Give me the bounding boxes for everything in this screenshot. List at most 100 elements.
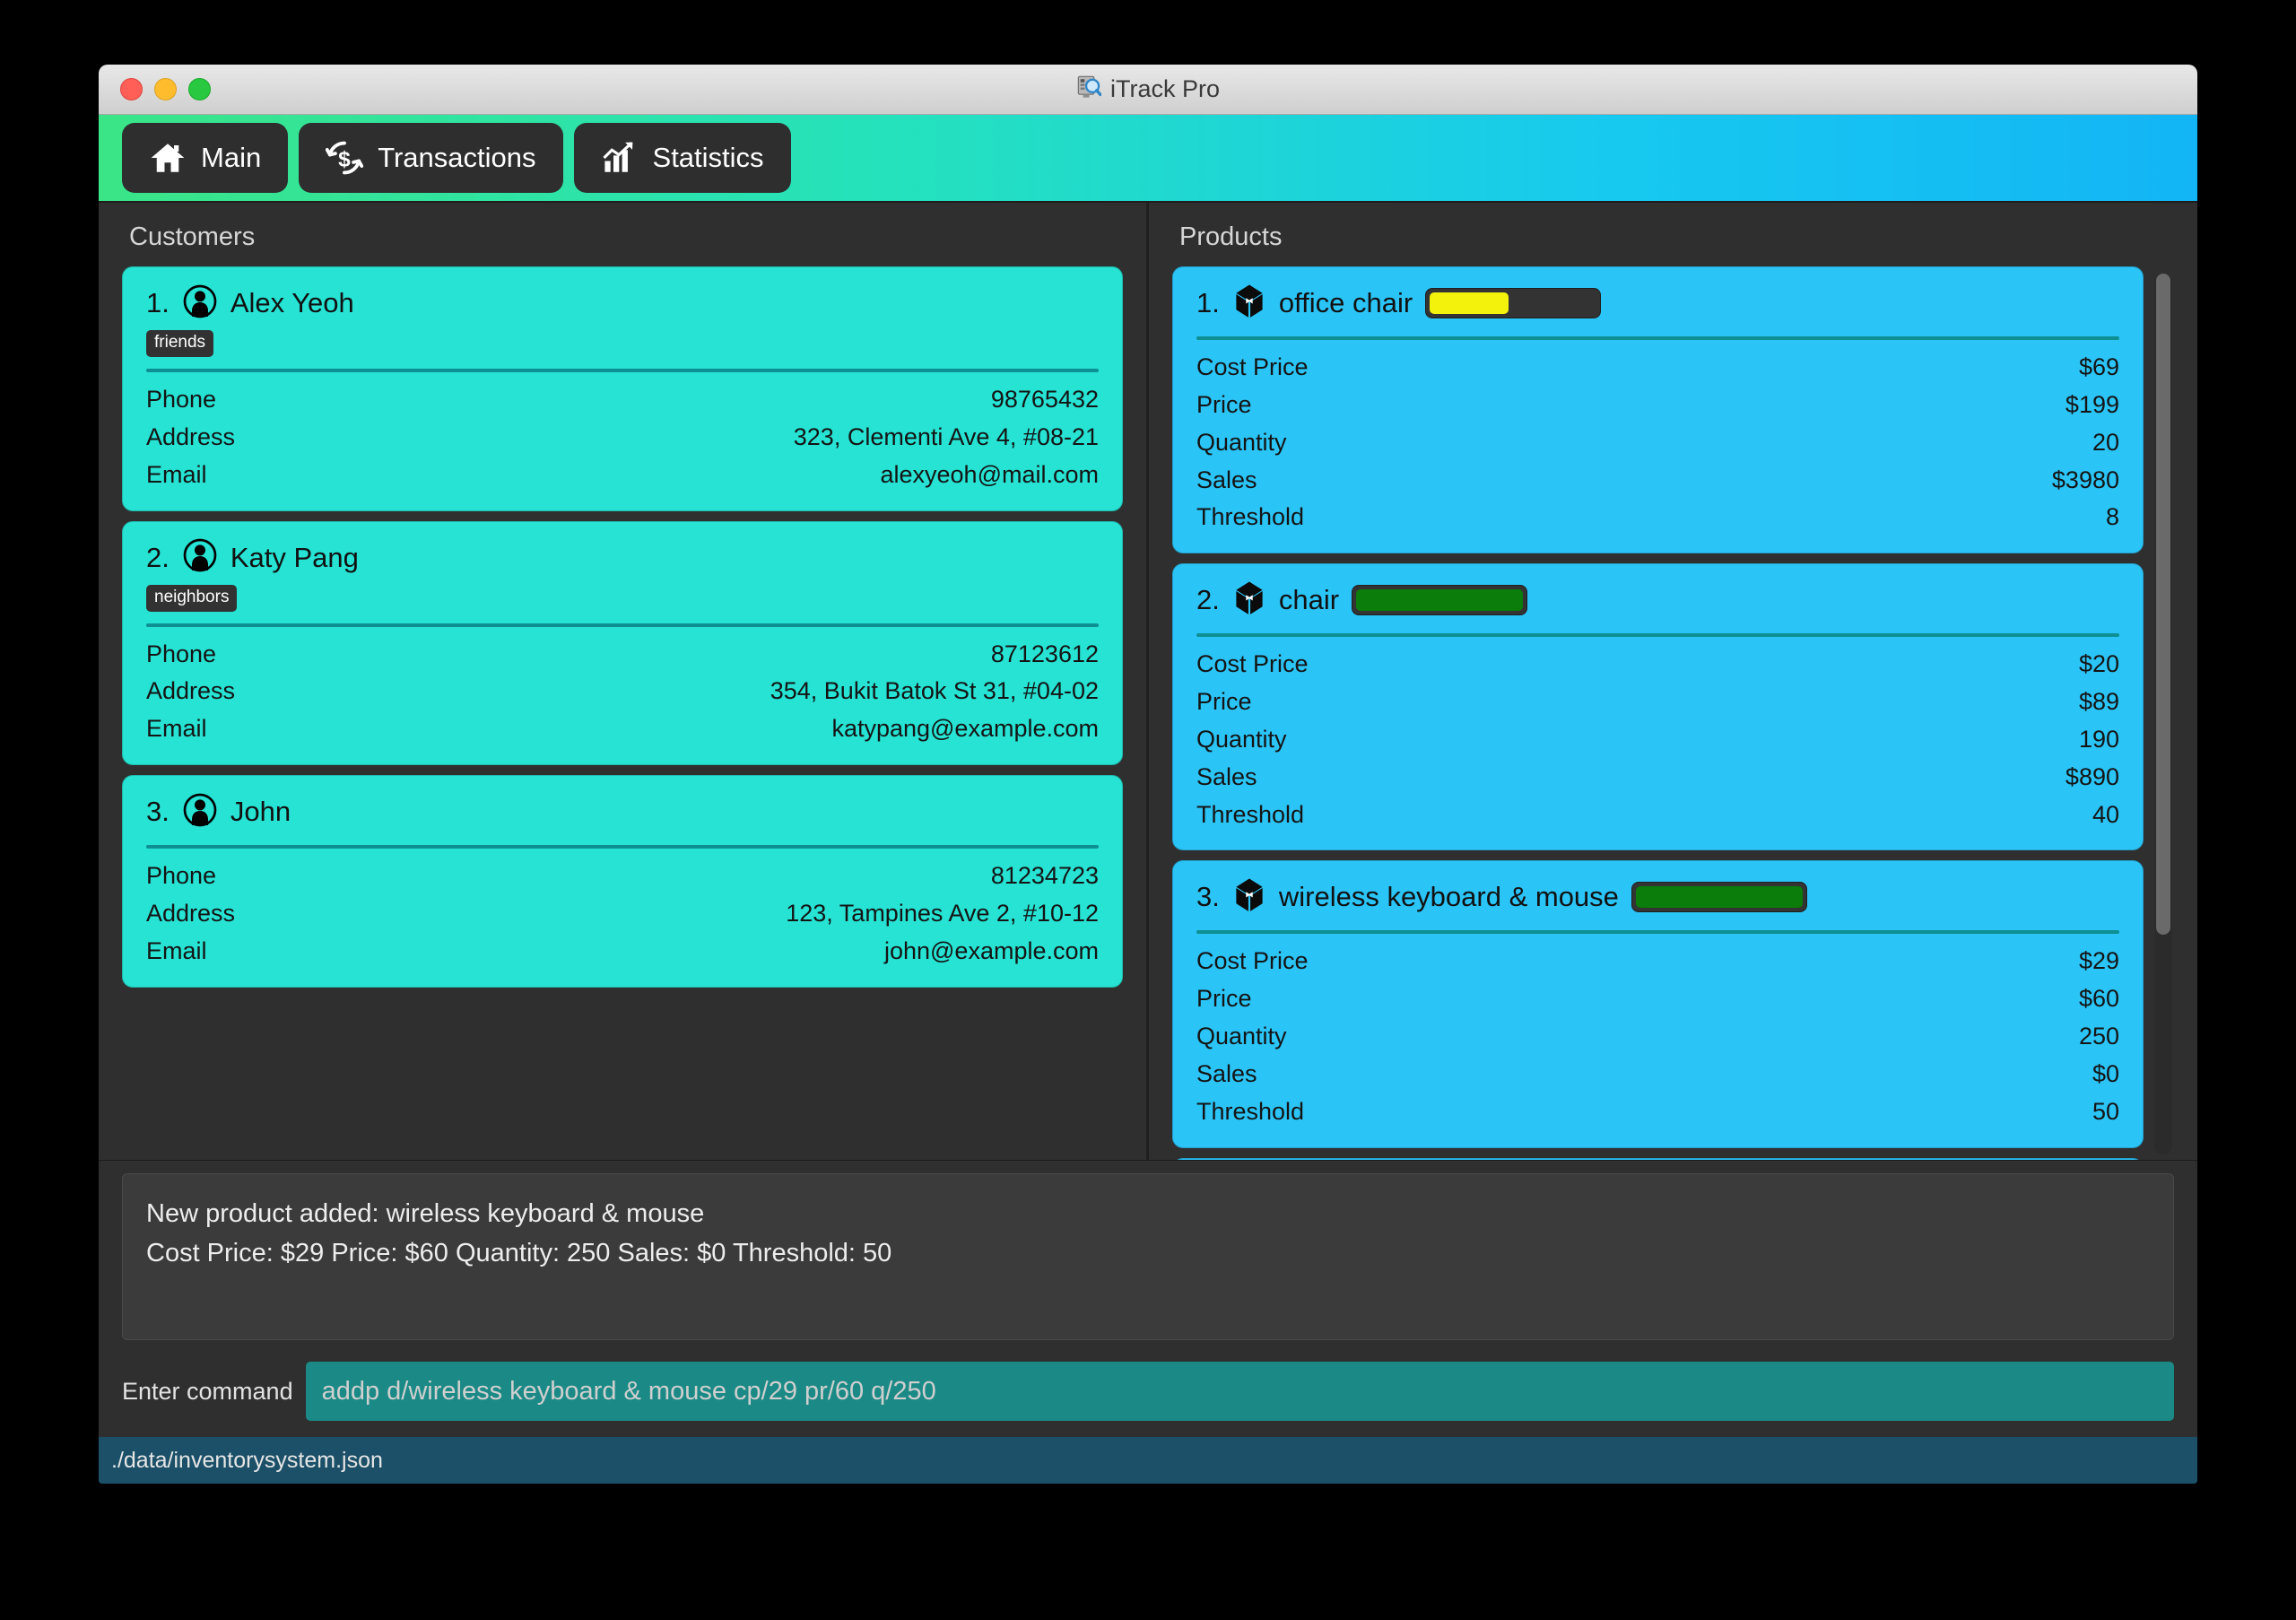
- product-field-row: Cost Price $69: [1196, 349, 2119, 387]
- product-field-row: Sales $0: [1196, 1056, 2119, 1093]
- product-field-value: 50: [2092, 1097, 2119, 1125]
- product-field-value: 250: [2078, 1023, 2119, 1050]
- tab-main-label: Main: [201, 142, 262, 173]
- customers-scroll-area[interactable]: 1. Alex Yeoh friends Phone 98765432 Address 32…: [122, 266, 1123, 1160]
- title-group: iTrack Pro: [99, 65, 2197, 114]
- window-controls: [120, 78, 211, 100]
- person-icon: [182, 537, 218, 578]
- minimize-button[interactable]: [154, 78, 177, 100]
- customer-field-label: Phone: [146, 862, 217, 890]
- product-field-value: $3980: [2051, 466, 2119, 493]
- product-field-row: Quantity 250: [1196, 1018, 2119, 1056]
- dollar-refresh-icon: $: [326, 139, 364, 177]
- customer-card[interactable]: 1. Alex Yeoh friends Phone 98765432 Address 32…: [122, 266, 1123, 511]
- customers-panel: Customers 1. Alex Yeoh friends Phone 9876543…: [99, 203, 1146, 1160]
- tab-transactions[interactable]: $ Transactions: [299, 123, 563, 193]
- product-name: chair: [1278, 584, 1340, 616]
- app-window: iTrack Pro Main $ Transactions Statistic…: [99, 65, 2197, 1484]
- customer-name: John: [230, 796, 291, 828]
- product-field-row: Price $89: [1196, 684, 2119, 721]
- customer-field-label: Address: [146, 677, 236, 705]
- product-field-row: Threshold 50: [1196, 1093, 2119, 1131]
- product-field-label: Quantity: [1196, 428, 1287, 456]
- document-search-icon: [1076, 74, 1102, 104]
- customer-field-row: Phone 98765432: [146, 381, 1099, 419]
- svg-text:$: $: [338, 148, 351, 172]
- product-field-label: Threshold: [1196, 503, 1305, 531]
- window-title: iTrack Pro: [1109, 75, 1220, 102]
- customer-field-label: Address: [146, 899, 236, 927]
- product-field-label: Quantity: [1196, 725, 1287, 753]
- command-row: Enter command: [99, 1349, 2197, 1437]
- product-field-label: Price: [1196, 985, 1252, 1013]
- product-field-value: 8: [2105, 503, 2119, 531]
- product-card-header: 2. chair: [1196, 579, 2119, 622]
- customer-field-row: Address 323, Clementi Ave 4, #08-21: [146, 419, 1099, 457]
- stock-progress-bar: [1425, 288, 1602, 318]
- product-field-label: Sales: [1196, 466, 1257, 493]
- person-icon: [182, 792, 218, 832]
- status-file-path: ./data/inventorysystem.json: [111, 1447, 383, 1473]
- product-index: 1.: [1196, 287, 1220, 318]
- product-field-row: Cost Price $29: [1196, 943, 2119, 980]
- command-input[interactable]: [305, 1362, 2174, 1421]
- card-divider: [1196, 336, 2119, 340]
- product-card[interactable]: 4.tableCost Price$110Price$200: [1172, 1157, 2144, 1160]
- product-card[interactable]: 1. office chair Cost Price $69 Price $199 Quan…: [1172, 266, 2144, 554]
- products-scrollbar-thumb[interactable]: [2156, 274, 2170, 935]
- customer-field-value: katypang@example.com: [831, 715, 1099, 743]
- customer-field-label: Address: [146, 422, 236, 450]
- product-field-label: Sales: [1196, 1059, 1257, 1087]
- customer-index: 2.: [146, 541, 170, 573]
- stock-progress-bar: [1631, 882, 1807, 913]
- customer-field-row: Address 123, Tampines Ave 2, #10-12: [146, 895, 1099, 933]
- product-field-value: $20: [2078, 650, 2119, 678]
- customer-card[interactable]: 2. Katy Pang neighbors Phone 87123612 Address…: [122, 520, 1123, 766]
- customer-field-label: Email: [146, 715, 207, 743]
- card-divider: [1196, 930, 2119, 935]
- product-field-row: Sales $890: [1196, 759, 2119, 797]
- product-card[interactable]: 2. chair Cost Price $20 Price $89 Quantity 190 S…: [1172, 563, 2144, 851]
- product-field-value: $29: [2078, 947, 2119, 975]
- product-field-label: Quantity: [1196, 1023, 1287, 1050]
- product-field-value: 190: [2078, 725, 2119, 753]
- box-icon: [1232, 580, 1266, 621]
- card-divider: [146, 623, 1099, 627]
- customer-tag[interactable]: neighbors: [146, 584, 238, 612]
- customer-field-row: Email katypang@example.com: [146, 710, 1099, 748]
- product-card-header: 3. wireless keyboard & mouse: [1196, 875, 2119, 919]
- product-field-value: 40: [2092, 800, 2119, 828]
- product-field-value: 20: [2092, 428, 2119, 456]
- customer-field-value: 87123612: [990, 640, 1099, 667]
- product-field-label: Cost Price: [1196, 353, 1309, 380]
- customer-field-value: alexyeoh@mail.com: [880, 460, 1099, 488]
- customer-field-row: Phone 87123612: [146, 636, 1099, 674]
- card-divider: [146, 845, 1099, 849]
- product-index: 2.: [1196, 584, 1220, 616]
- product-field-label: Price: [1196, 390, 1252, 418]
- customer-tag-row: neighbors: [146, 584, 1099, 612]
- product-field-label: Threshold: [1196, 800, 1305, 828]
- customer-card[interactable]: 3. John Phone 81234723 Address 123, Tampines …: [122, 775, 1123, 988]
- products-panel: Products 1. office chair Cost Price $69 Pric…: [1149, 203, 2197, 1160]
- result-box: New product added: wireless keyboard & m…: [122, 1173, 2174, 1340]
- product-field-row: Cost Price $20: [1196, 646, 2119, 684]
- products-scrollbar[interactable]: [2154, 274, 2172, 1154]
- customer-tag[interactable]: friends: [146, 330, 214, 357]
- customer-name: Katy Pang: [230, 541, 359, 573]
- tab-bar: Main $ Transactions Statistics: [99, 115, 2197, 203]
- customer-field-label: Email: [146, 936, 207, 964]
- product-card[interactable]: 3. wireless keyboard & mouse Cost Price $29…: [1172, 860, 2144, 1148]
- product-field-row: Price $199: [1196, 387, 2119, 424]
- maximize-button[interactable]: [188, 78, 211, 100]
- product-field-value: $199: [2065, 390, 2119, 418]
- close-button[interactable]: [120, 78, 143, 100]
- customer-field-label: Phone: [146, 386, 217, 413]
- box-icon: [1232, 283, 1266, 324]
- product-field-value: $890: [2065, 762, 2119, 790]
- card-divider: [146, 369, 1099, 372]
- products-scroll-area[interactable]: 1. office chair Cost Price $69 Price $199 Quan…: [1172, 266, 2174, 1160]
- tab-statistics[interactable]: Statistics: [573, 123, 791, 193]
- product-field-row: Sales $3980: [1196, 462, 2119, 500]
- tab-main[interactable]: Main: [122, 123, 289, 193]
